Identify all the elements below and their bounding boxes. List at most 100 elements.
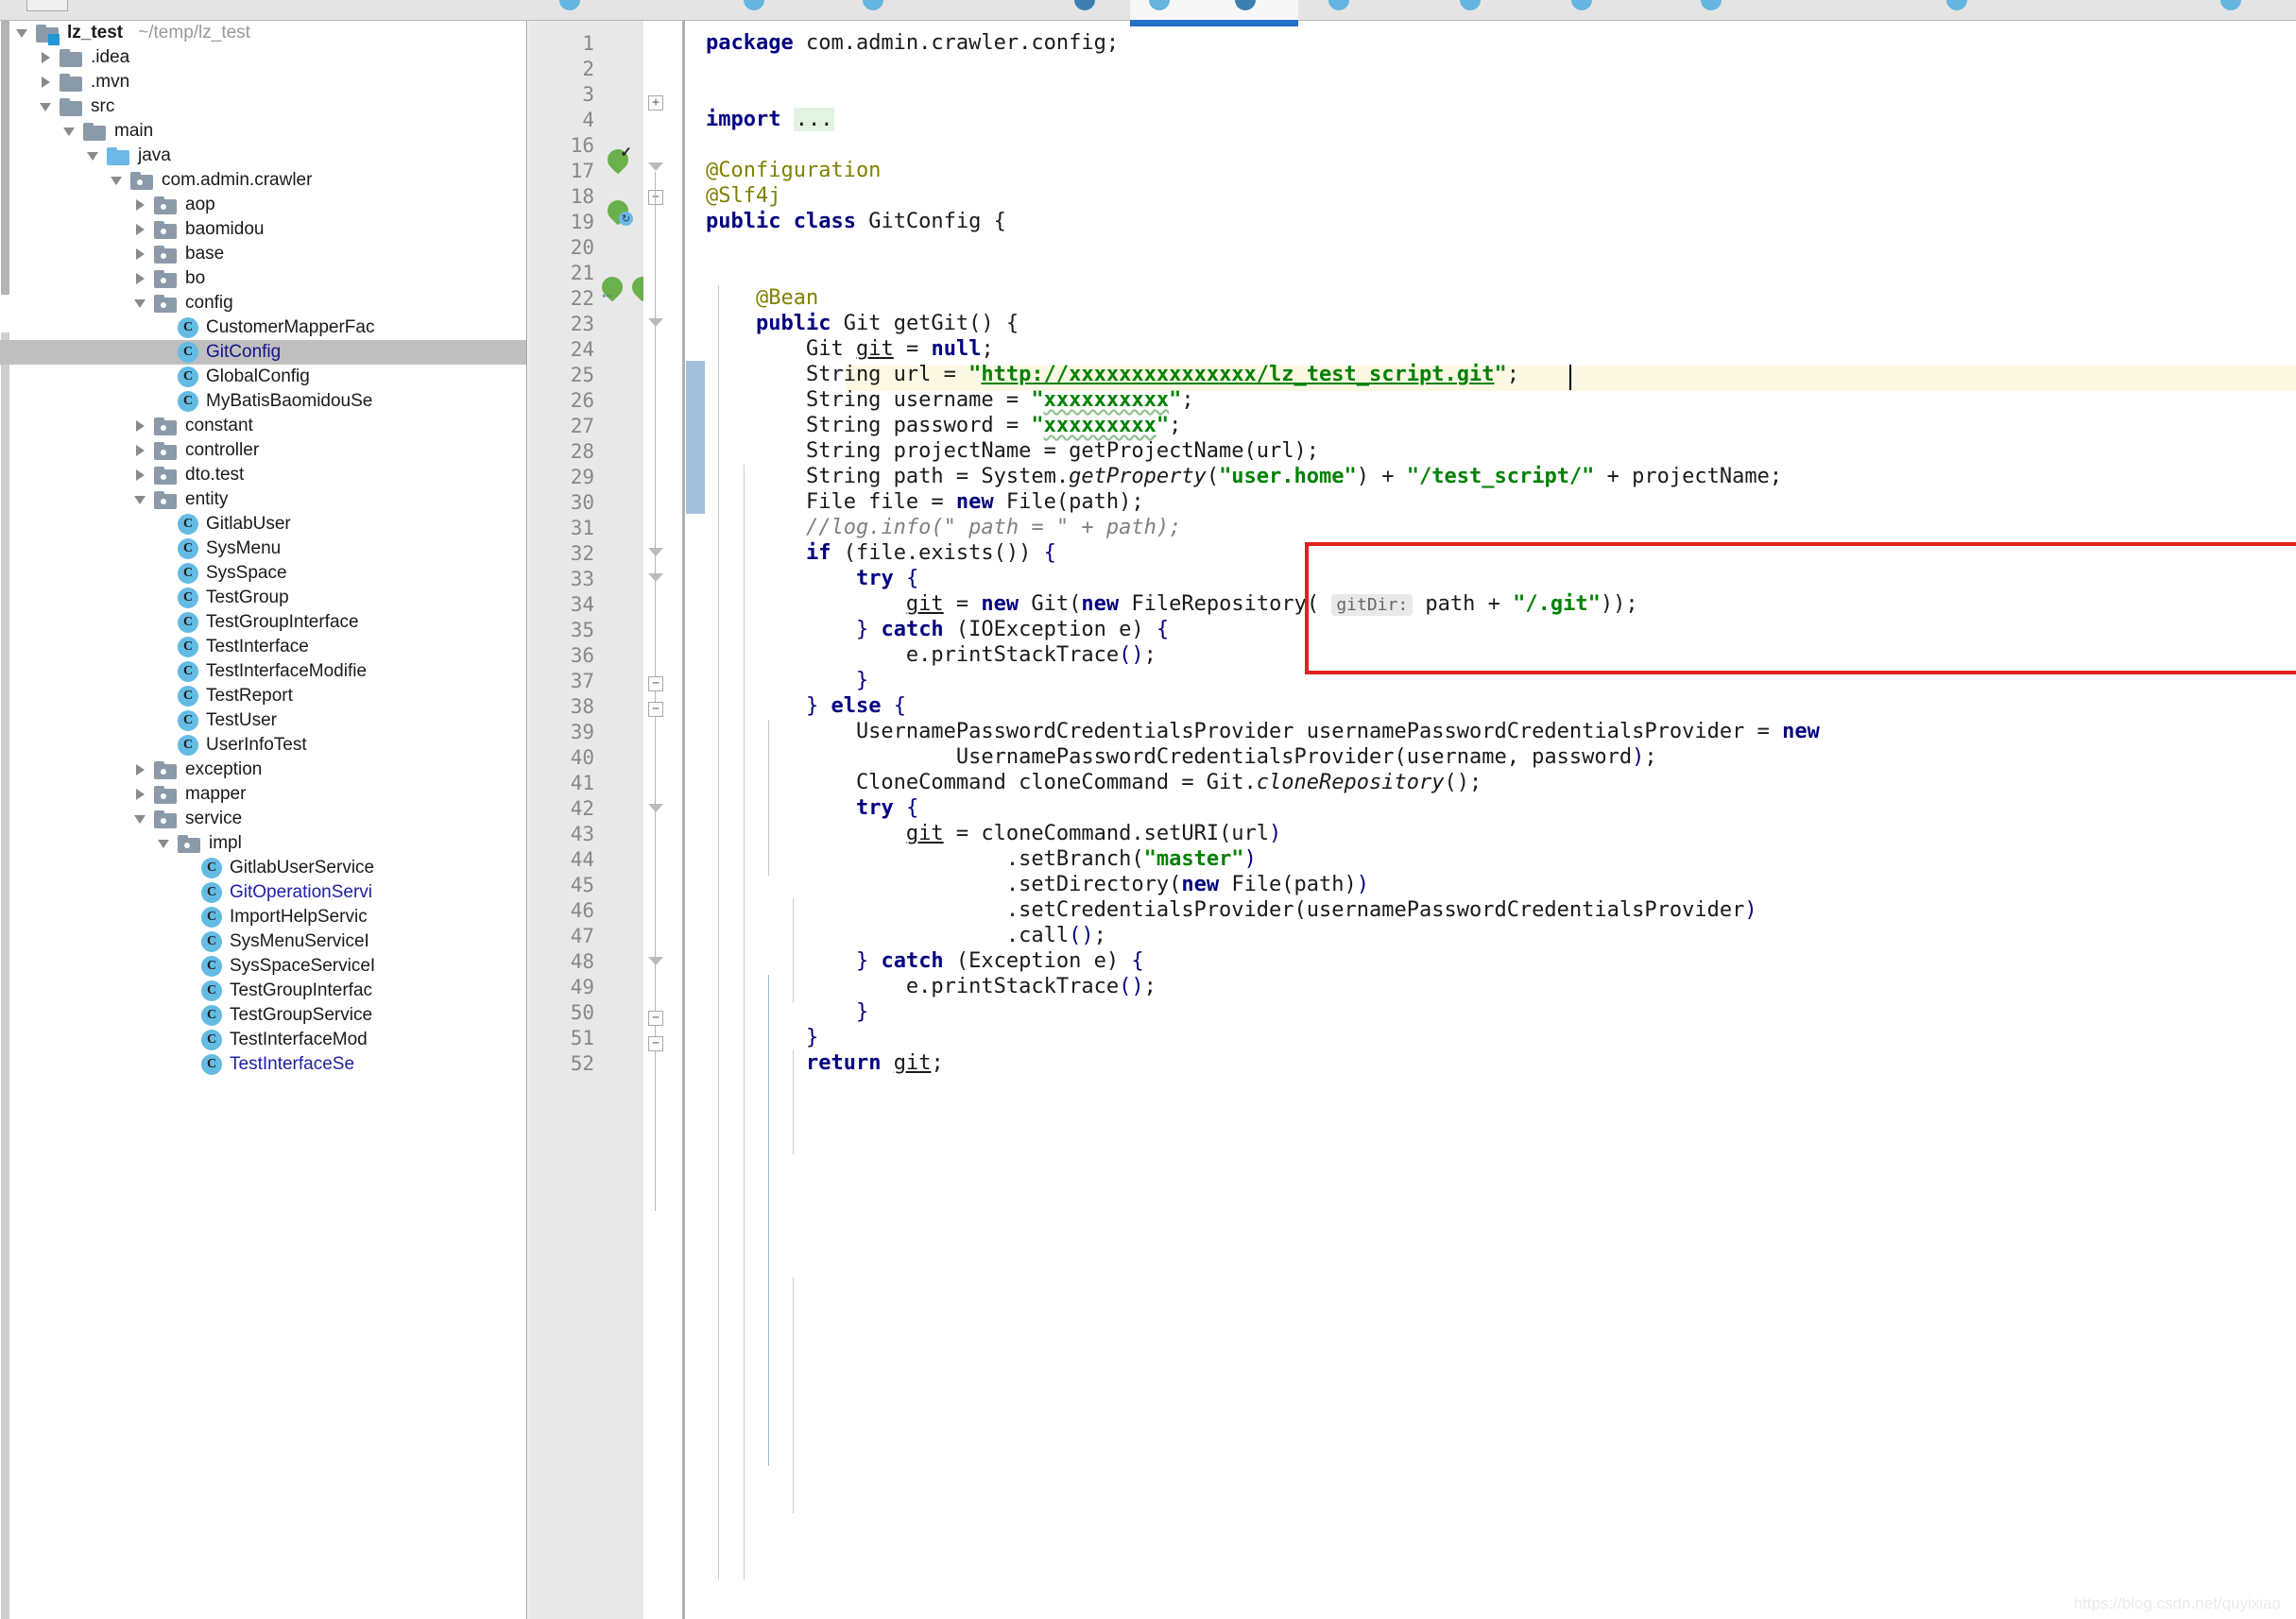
- tree-item-testinterfacese[interactable]: C TestInterfaceSe: [0, 1052, 526, 1077]
- tree-item-lz-test[interactable]: lz_test ~/temp/lz_test: [0, 21, 526, 45]
- chevron-right-icon[interactable]: [131, 268, 152, 289]
- code-line-38[interactable]: } else {: [706, 693, 906, 719]
- editor-tab-bar[interactable]: [0, 0, 2296, 21]
- code-line-43[interactable]: git = cloneCommand.setURI(url): [706, 821, 1281, 846]
- code-line-30[interactable]: File file = new File(path);: [706, 489, 1144, 515]
- tree-item-src[interactable]: src: [0, 94, 526, 119]
- tree-item-dto-test[interactable]: dto.test: [0, 463, 526, 487]
- code-line-44[interactable]: .setBranch("master"): [706, 846, 1257, 872]
- code-line-4[interactable]: import ...: [706, 107, 835, 132]
- chevron-down-icon[interactable]: [131, 489, 152, 510]
- tree-item--mvn[interactable]: .mvn: [0, 70, 526, 94]
- code-line-37[interactable]: }: [706, 668, 868, 693]
- chevron-right-icon[interactable]: [131, 465, 152, 486]
- tree-item-testgroupinterface[interactable]: C TestGroupInterface: [0, 610, 526, 635]
- code-line-41[interactable]: CloneCommand cloneCommand = Git.cloneRep…: [706, 770, 1482, 795]
- tree-item-sysmenuservicei[interactable]: C SysMenuServiceI: [0, 929, 526, 954]
- code-line-40[interactable]: UsernamePasswordCredentialsProvider(user…: [706, 744, 1657, 770]
- project-tree-panel[interactable]: lz_test ~/temp/lz_test .idea .mvn src main jav…: [0, 21, 527, 1619]
- tree-item-base[interactable]: base: [0, 242, 526, 266]
- chevron-right-icon[interactable]: [131, 416, 152, 436]
- code-line-50[interactable]: }: [706, 999, 868, 1025]
- code-line-26[interactable]: String username = "xxxxxxxxxx";: [706, 387, 1194, 413]
- code-line-36[interactable]: e.printStackTrace();: [706, 642, 1157, 668]
- tab-file-icon[interactable]: [1074, 0, 1095, 10]
- tree-item-userinfotest[interactable]: C UserInfoTest: [0, 733, 526, 758]
- chevron-down-icon[interactable]: [13, 23, 34, 43]
- tab-file-icon[interactable]: [1328, 0, 1349, 10]
- tree-item-controller[interactable]: controller: [0, 438, 526, 463]
- tree-item-sysmenu[interactable]: C SysMenu: [0, 537, 526, 561]
- tab-file-icon[interactable]: [744, 0, 764, 10]
- fold-toggle-catch[interactable]: −: [648, 676, 663, 691]
- code-text-area[interactable]: package com.admin.crawler.config; import …: [706, 21, 2296, 1619]
- code-line-48[interactable]: } catch (Exception e) {: [706, 948, 1144, 974]
- code-line-47[interactable]: .call();: [706, 923, 1106, 948]
- tree-item-com-admin-crawler[interactable]: com.admin.crawler: [0, 168, 526, 193]
- tab-file-icon[interactable]: [559, 0, 580, 10]
- tree-item-importhelpservic[interactable]: C ImportHelpServic: [0, 905, 526, 929]
- code-line-29[interactable]: String path = System.getProperty("user.h…: [706, 464, 1782, 489]
- tree-item-baomidou[interactable]: baomidou: [0, 217, 526, 242]
- editor-marker-strip[interactable]: [682, 21, 705, 1619]
- fold-toggle-imports[interactable]: +: [648, 95, 663, 111]
- tab-file-icon[interactable]: [2220, 0, 2241, 10]
- tree-item-gitoperationservi[interactable]: C GitOperationServi: [0, 880, 526, 905]
- code-line-31[interactable]: //log.info(" path = " + path);: [706, 515, 1181, 540]
- tab-file-icon[interactable]: [1701, 0, 1722, 10]
- tree-item-java[interactable]: java: [0, 144, 526, 168]
- code-line-28[interactable]: String projectName = getProjectName(url)…: [706, 438, 1319, 464]
- chevron-down-icon[interactable]: [131, 809, 152, 829]
- chevron-right-icon[interactable]: [37, 72, 58, 93]
- code-line-23[interactable]: public Git getGit() {: [706, 311, 1019, 336]
- chevron-right-icon[interactable]: [131, 440, 152, 461]
- tree-item-service[interactable]: service: [0, 807, 526, 831]
- code-line-22[interactable]: @Bean: [706, 285, 818, 311]
- tree-item-sysspaceservicei[interactable]: C SysSpaceServiceI: [0, 954, 526, 979]
- code-line-24[interactable]: Git git = null;: [706, 336, 994, 362]
- tree-item-gitconfig[interactable]: C GitConfig: [0, 340, 526, 365]
- chevron-right-icon[interactable]: [131, 219, 152, 240]
- chevron-right-icon[interactable]: [131, 784, 152, 805]
- tree-item-testreport[interactable]: C TestReport: [0, 684, 526, 708]
- code-line-46[interactable]: .setCredentialsProvider(usernamePassword…: [706, 897, 1757, 923]
- chevron-right-icon[interactable]: [131, 244, 152, 264]
- tree-item-exception[interactable]: exception: [0, 758, 526, 782]
- tree-item-testgroupinterfac[interactable]: C TestGroupInterfac: [0, 979, 526, 1003]
- tree-item-testinterfacemod[interactable]: C TestInterfaceMod: [0, 1028, 526, 1052]
- code-line-39[interactable]: UsernamePasswordCredentialsProvider user…: [706, 719, 1820, 744]
- gutter-icon-column[interactable]: ✓ ↻ ← ✓: [528, 21, 658, 1619]
- tree-item--idea[interactable]: .idea: [0, 45, 526, 70]
- code-line-17[interactable]: @Configuration: [706, 158, 881, 183]
- chevron-right-icon[interactable]: [37, 47, 58, 68]
- code-line-49[interactable]: e.printStackTrace();: [706, 974, 1157, 999]
- editor-gutter[interactable]: 1 2 3 4 16 17 18 19 20 21 22 23 24 25 26 27 28 29 30 31 32 33…: [528, 21, 658, 1619]
- tree-item-mybatisbaomidouse[interactable]: C MyBatisBaomidouSe: [0, 389, 526, 414]
- tree-item-gitlabuser[interactable]: C GitlabUser: [0, 512, 526, 537]
- tree-item-customermapperfac[interactable]: C CustomerMapperFac: [0, 315, 526, 340]
- chevron-down-icon[interactable]: [131, 293, 152, 314]
- chevron-down-icon[interactable]: [60, 121, 81, 142]
- tree-item-aop[interactable]: aop: [0, 193, 526, 217]
- spring-bean-navigate-icon[interactable]: ↻: [603, 196, 633, 226]
- code-line-27[interactable]: String password = "xxxxxxxxx";: [706, 413, 1181, 438]
- code-folding-column[interactable]: + − − − − −: [643, 21, 668, 1619]
- fold-toggle-catch2[interactable]: −: [648, 1011, 663, 1026]
- code-line-42[interactable]: try {: [706, 795, 918, 821]
- spring-bean-arrow-icon[interactable]: ←: [597, 272, 627, 302]
- tree-item-impl[interactable]: impl: [0, 831, 526, 856]
- tree-item-testinterface[interactable]: C TestInterface: [0, 635, 526, 659]
- code-editor[interactable]: 1 2 3 4 16 17 18 19 20 21 22 23 24 25 26 27 28 29 30 31 32 33…: [528, 21, 2296, 1619]
- fold-toggle-class[interactable]: −: [648, 190, 663, 205]
- tree-item-testinterfacemodifie[interactable]: C TestInterfaceModifie: [0, 659, 526, 684]
- toolbar-button-ghost[interactable]: [26, 0, 68, 11]
- code-line-18[interactable]: @Slf4j: [706, 183, 780, 209]
- code-line-1[interactable]: package com.admin.crawler.config;: [706, 30, 1119, 56]
- tree-item-bo[interactable]: bo: [0, 266, 526, 291]
- tab-file-icon[interactable]: [863, 0, 883, 10]
- tab-file-icon[interactable]: [1571, 0, 1592, 10]
- code-line-32[interactable]: if (file.exists()) {: [706, 540, 1056, 566]
- code-line-19[interactable]: public class GitConfig {: [706, 209, 1006, 234]
- tree-item-gitlabuserservice[interactable]: C GitlabUserService: [0, 856, 526, 880]
- code-line-51[interactable]: }: [706, 1025, 818, 1050]
